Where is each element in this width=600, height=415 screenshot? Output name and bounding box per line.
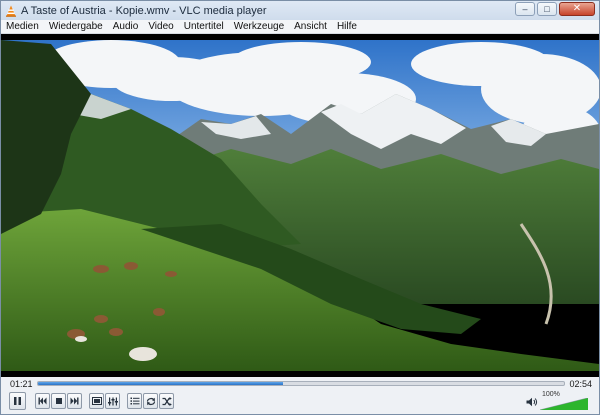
seek-slider[interactable]	[37, 381, 565, 386]
maximize-button[interactable]: □	[537, 2, 557, 16]
speaker-icon[interactable]	[526, 397, 538, 407]
fullscreen-button[interactable]	[89, 393, 104, 409]
menu-ansicht[interactable]: Ansicht	[289, 20, 332, 33]
playlist-icon	[130, 397, 139, 405]
close-button[interactable]: ✕	[559, 2, 595, 16]
close-icon: ✕	[572, 3, 582, 14]
loop-icon	[146, 397, 155, 405]
volume-slider[interactable]	[540, 398, 588, 410]
loop-button[interactable]	[143, 393, 158, 409]
elapsed-time[interactable]: 01:21	[10, 377, 33, 391]
shuffle-button[interactable]	[159, 393, 174, 409]
previous-button[interactable]	[35, 393, 50, 409]
next-button[interactable]	[67, 393, 82, 409]
video-display[interactable]	[1, 34, 599, 377]
minimize-icon: –	[522, 3, 528, 14]
skip-forward-icon	[70, 397, 79, 405]
stop-icon	[55, 398, 62, 404]
play-button[interactable]	[9, 392, 26, 410]
vlc-window: A Taste of Austria - Kopie.wmv - VLC med…	[0, 0, 600, 415]
total-time[interactable]: 02:54	[569, 377, 592, 391]
fullscreen-icon	[91, 397, 102, 405]
video-frame-image	[1, 34, 599, 377]
play-icon	[14, 397, 21, 405]
playback-controls: 100%	[1, 391, 599, 414]
menu-audio[interactable]: Audio	[108, 20, 144, 33]
menu-video[interactable]: Video	[143, 20, 178, 33]
menu-werkzeuge[interactable]: Werkzeuge	[229, 20, 289, 33]
menu-hilfe[interactable]: Hilfe	[332, 20, 362, 33]
maximize-icon: □	[544, 3, 550, 14]
vlc-cone-icon[interactable]	[5, 5, 17, 17]
minimize-button[interactable]: –	[515, 2, 535, 16]
skip-back-icon	[38, 397, 47, 405]
extended-settings-button[interactable]	[105, 393, 120, 409]
menu-wiedergabe[interactable]: Wiedergabe	[44, 20, 108, 33]
equalizer-icon	[107, 397, 118, 405]
menu-bar: Medien Wiedergabe Audio Video Untertitel…	[1, 20, 599, 34]
menu-medien[interactable]: Medien	[1, 20, 44, 33]
window-controls: – □ ✕	[515, 2, 595, 16]
shuffle-icon	[162, 396, 172, 406]
seek-progress	[38, 382, 283, 385]
playlist-button[interactable]	[127, 393, 142, 409]
seek-row: 01:21 02:54	[1, 377, 599, 391]
stop-button[interactable]	[51, 393, 66, 409]
title-bar[interactable]: A Taste of Austria - Kopie.wmv - VLC med…	[1, 1, 599, 20]
window-title: A Taste of Austria - Kopie.wmv - VLC med…	[21, 4, 267, 17]
menu-untertitel[interactable]: Untertitel	[179, 20, 229, 33]
